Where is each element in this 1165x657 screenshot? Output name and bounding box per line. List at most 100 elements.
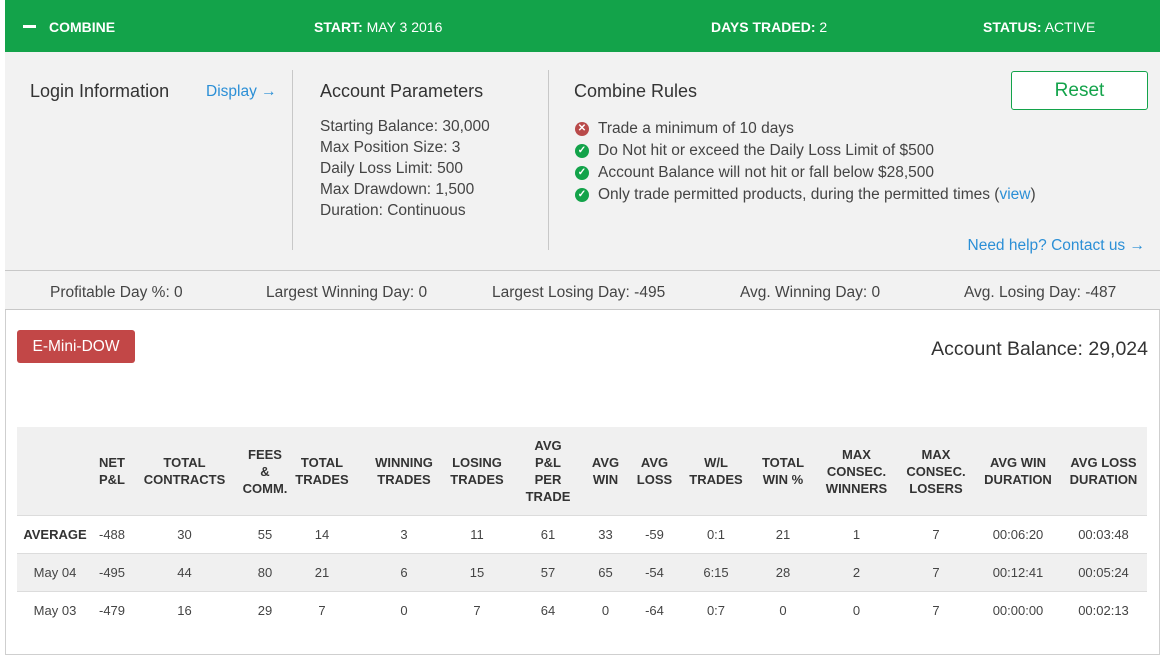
param-starting-balance: Starting Balance: 30,000: [320, 118, 490, 135]
cell-winning-trades: 6: [400, 565, 408, 580]
cell-avg-win: 0: [601, 603, 610, 618]
column-header-max-consec-losers: MAX CONSEC. LOSERS: [906, 446, 966, 496]
cell-total-win-pct: 21: [775, 527, 791, 542]
param-daily-loss: Daily Loss Limit: 500: [320, 160, 464, 177]
cell-total-win-pct: 28: [775, 565, 791, 580]
product-button[interactable]: E-Mini-DOW: [17, 330, 135, 363]
check-icon: ✓: [575, 144, 589, 158]
rule-item: ✓ Do Not hit or exceed the Daily Loss Li…: [575, 140, 1036, 162]
collapse-icon[interactable]: [23, 25, 36, 28]
row-label: May 03: [33, 603, 77, 618]
table-header: NET P&L TOTAL CONTRACTS FEES & COMM. TOTAL …: [17, 427, 1147, 515]
rule-item: ✓ Account Balance will not hit or fall b…: [575, 162, 1036, 184]
cell-avg-pl-per-trade: 61: [540, 527, 556, 542]
column-header-avg-win: AVG WIN: [591, 455, 620, 487]
combine-rules-title: Combine Rules: [574, 81, 698, 101]
column-header-avg-win-duration: AVG WIN DURATION: [984, 455, 1052, 487]
cell-total-trades: 21: [314, 565, 330, 580]
cell-avg-win: 65: [598, 565, 613, 580]
stat-largest-winning-day: Largest Winning Day: 0: [266, 284, 428, 301]
cell-max-consec-winners: 0: [852, 603, 861, 618]
stat-profitable-day: Profitable Day %: 0: [50, 284, 183, 301]
combine-rules-list: ✕ Trade a minimum of 10 days ✓ Do Not hi…: [575, 118, 1036, 206]
check-icon: ✓: [575, 166, 589, 180]
stat-avg-winning-day: Avg. Winning Day: 0: [740, 284, 881, 301]
cell-net-pl: -495: [98, 565, 126, 580]
cell-fees-comm: 55: [257, 527, 273, 542]
cell-winning-trades: 3: [400, 527, 408, 542]
table-row: AVERAGE -488 30 55 14 3 11 61 33 -59 0:1 21 1 7 00:06:…: [17, 515, 1147, 553]
param-max-position: Max Position Size: 3: [320, 139, 461, 156]
cell-net-pl: -479: [98, 603, 126, 618]
cell-wl-trades: 0:1: [706, 527, 726, 542]
cell-losing-trades: 15: [469, 565, 485, 580]
stats-bar: Profitable Day %: 0 Largest Winning Day:…: [5, 270, 1160, 310]
param-duration: Duration: Continuous: [320, 202, 466, 219]
status: STATUS: ACTIVE: [983, 19, 1096, 35]
column-header-max-consec-winners: MAX CONSEC. WINNERS: [825, 446, 888, 496]
panel-title: COMBINE: [49, 19, 116, 35]
account-balance: Account Balance: 29,024: [931, 338, 1148, 360]
rule-item: ✕ Trade a minimum of 10 days: [575, 118, 1036, 140]
column-header-avg-loss-duration: AVG LOSS DURATION: [1069, 455, 1138, 487]
cell-avg-win: 33: [598, 527, 613, 542]
cell-fees-comm: 80: [257, 565, 273, 580]
cell-total-contracts: 44: [177, 565, 192, 580]
cell-max-consec-losers: 7: [932, 565, 940, 580]
rule-item: ✓ Only trade permitted products, during …: [575, 184, 1036, 206]
cell-winning-trades: 0: [400, 603, 408, 618]
account-params-list: Starting Balance: 30,000 Max Position Si…: [320, 116, 490, 221]
cell-net-pl: -488: [98, 527, 126, 542]
cell-total-contracts: 16: [177, 603, 192, 618]
login-title: Login Information: [30, 81, 170, 101]
column-header-losing-trades: LOSING TRADES: [450, 455, 504, 487]
cell-avg-loss-duration: 00:02:13: [1078, 603, 1129, 618]
column-header-avg-loss: AVG LOSS: [636, 455, 673, 487]
cell-avg-loss-duration: 00:05:24: [1078, 565, 1129, 580]
cell-fees-comm: 29: [257, 603, 273, 618]
stat-avg-losing-day: Avg. Losing Day: -487: [964, 284, 1117, 301]
cell-total-trades: 7: [318, 603, 326, 618]
cell-avg-win-duration: 00:06:20: [992, 527, 1044, 542]
cell-avg-win-duration: 00:12:41: [992, 565, 1044, 580]
start-date: START: MAY 3 2016: [314, 19, 443, 35]
column-header-total-trades: TOTAL TRADES: [295, 455, 349, 487]
param-max-drawdown: Max Drawdown: 1,500: [320, 181, 475, 198]
cell-wl-trades: 0:7: [706, 603, 726, 618]
cell-max-consec-losers: 7: [932, 527, 940, 542]
cell-avg-loss-duration: 00:03:48: [1078, 527, 1129, 542]
column-header-wl-trades: W/L TRADES: [689, 455, 743, 487]
cell-losing-trades: 7: [473, 603, 481, 618]
cell-avg-pl-per-trade: 64: [540, 603, 556, 618]
row-label: May 04: [33, 565, 77, 580]
cell-max-consec-winners: 2: [852, 565, 861, 580]
column-header-total-contracts: TOTAL CONTRACTS: [143, 455, 226, 487]
check-icon: ✓: [575, 188, 589, 202]
view-link[interactable]: view: [999, 186, 1030, 203]
cell-max-consec-winners: 1: [852, 527, 861, 542]
divider: [292, 70, 293, 250]
cell-avg-loss: -64: [645, 603, 664, 618]
reset-button[interactable]: Reset: [1011, 71, 1148, 110]
cell-avg-loss: -59: [645, 527, 664, 542]
contact-us-link[interactable]: Need help? Contact us →: [968, 237, 1146, 255]
cell-total-trades: 14: [314, 527, 330, 542]
cell-max-consec-losers: 7: [932, 603, 940, 618]
cell-wl-trades: 6:15: [703, 565, 729, 580]
column-header-winning-trades: WINNING TRADES: [375, 455, 433, 487]
cell-avg-win-duration: 00:00:00: [992, 603, 1044, 618]
stat-largest-losing-day: Largest Losing Day: -495: [492, 284, 666, 301]
days-traded: DAYS TRADED: 2: [711, 19, 828, 35]
cell-total-win-pct: 0: [779, 603, 787, 618]
display-link[interactable]: Display →: [206, 83, 277, 101]
header-bar: COMBINE START: MAY 3 2016 DAYS TRADED: 2…: [5, 0, 1160, 52]
cell-total-contracts: 30: [177, 527, 192, 542]
column-header-total-win-pct: TOTAL WIN %: [761, 455, 805, 487]
account-params-title: Account Parameters: [320, 81, 484, 101]
divider: [548, 70, 549, 250]
table-row: May 04 -495 44 80 21 6 15 57 65 -54 6:15 28 2 7 00:12:…: [17, 553, 1147, 591]
info-panel: Login Information Display → Account Para…: [5, 52, 1160, 270]
fail-icon: ✕: [575, 122, 589, 136]
row-label: AVERAGE: [23, 527, 87, 542]
column-header-avg-pl-per-trade: AVG P&L PER TRADE: [525, 438, 571, 504]
